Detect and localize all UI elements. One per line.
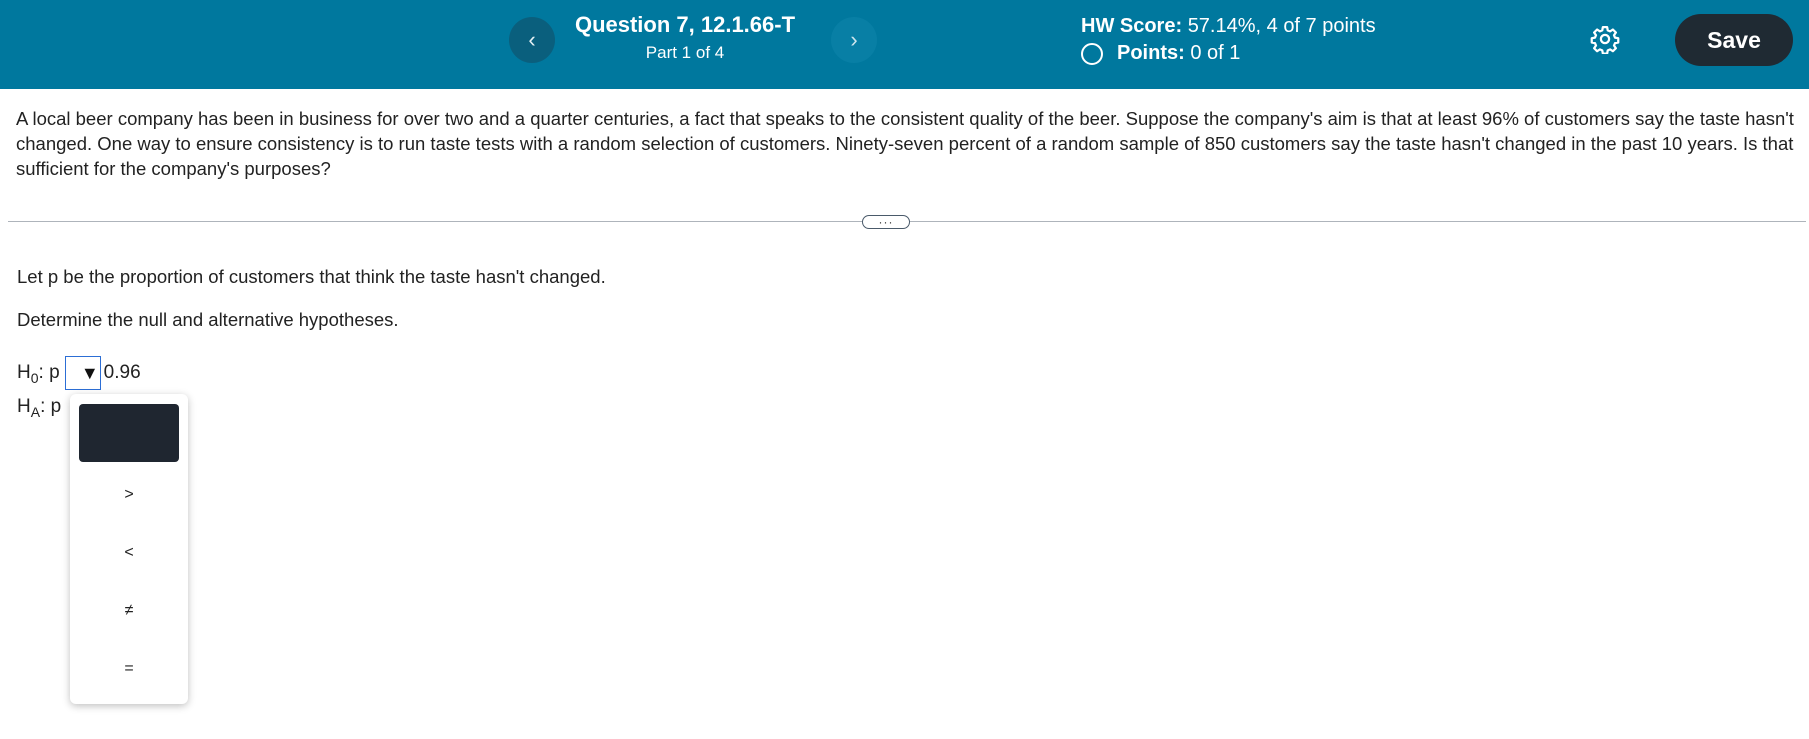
hw-score: HW Score: 57.14%, 4 of 7 points bbox=[1081, 15, 1376, 38]
h0-operator-dropdown[interactable]: ▼ bbox=[64, 356, 101, 390]
next-question-button[interactable]: › bbox=[831, 17, 877, 63]
dropdown-option-blank[interactable] bbox=[79, 404, 179, 462]
h0-value: 0.96 bbox=[103, 362, 141, 383]
dropdown-option-not-equal[interactable]: ≠ bbox=[70, 602, 188, 620]
points: Points: 0 of 1 bbox=[1081, 42, 1240, 65]
top-bar: ‹ Question 7, 12.1.66-T Part 1 of 4 › HW… bbox=[0, 0, 1809, 89]
save-button[interactable]: Save bbox=[1675, 14, 1793, 66]
points-label: Points: bbox=[1117, 42, 1185, 64]
determine-text: Determine the null and alternative hypot… bbox=[17, 309, 399, 330]
dropdown-option-greater[interactable]: > bbox=[70, 486, 188, 504]
expand-button[interactable]: ··· bbox=[862, 215, 910, 229]
dropdown-arrow-icon: ▼ bbox=[80, 362, 99, 383]
operator-dropdown-menu: > < ≠ = bbox=[70, 394, 188, 704]
circle-icon bbox=[1081, 42, 1103, 65]
problem-statement: A local beer company has been in busines… bbox=[16, 108, 1794, 179]
dropdown-option-less[interactable]: < bbox=[70, 544, 188, 562]
hw-score-value: 57.14%, 4 of 7 points bbox=[1187, 15, 1376, 37]
dropdown-option-equal[interactable]: = bbox=[70, 660, 188, 678]
hw-score-label: HW Score: bbox=[1081, 15, 1183, 37]
chevron-left-icon: ‹ bbox=[528, 27, 536, 52]
alternative-hypothesis-row: HA: p bbox=[17, 396, 62, 420]
chevron-right-icon: › bbox=[850, 27, 858, 52]
h0-label: H0: p bbox=[17, 362, 60, 386]
previous-question-button[interactable]: ‹ bbox=[509, 17, 555, 63]
gear-icon[interactable] bbox=[1590, 24, 1620, 55]
question-part: Part 1 of 4 bbox=[645, 43, 725, 62]
ha-label: HA: p bbox=[17, 396, 62, 420]
let-text: Let p be the proportion of customers tha… bbox=[17, 266, 606, 287]
points-value: 0 of 1 bbox=[1190, 42, 1241, 64]
null-hypothesis-row: H0: p ▼ 0.96 bbox=[17, 356, 141, 390]
question-title: Question 7, 12.1.66-T bbox=[574, 12, 796, 37]
